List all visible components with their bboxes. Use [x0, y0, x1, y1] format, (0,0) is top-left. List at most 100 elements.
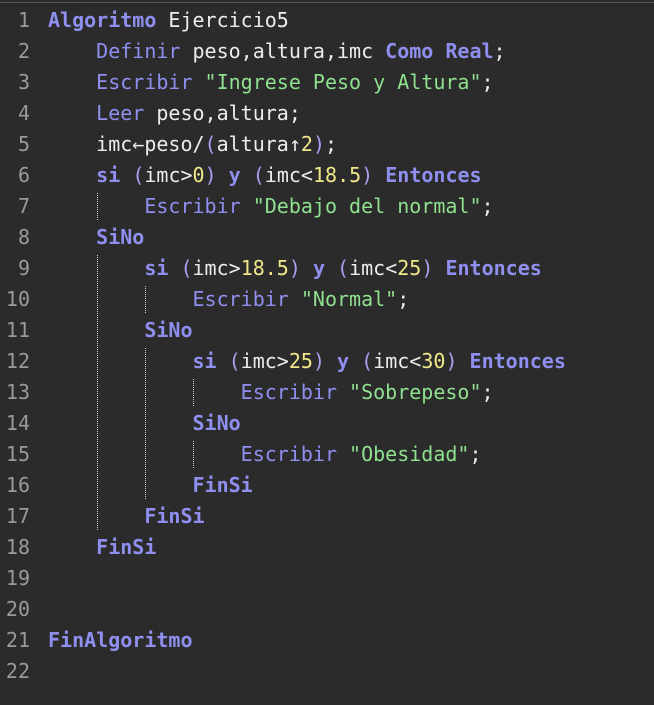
keyword: Algoritmo: [48, 8, 157, 32]
code-line[interactable]: 12 si (imc>25) y (imc<30) Entonces: [0, 346, 654, 377]
keyword: Escribir: [240, 442, 337, 466]
line-number: 20: [5, 597, 30, 621]
number-literal: 30: [421, 349, 446, 373]
line-number: 3: [17, 70, 30, 94]
code-token: peso,altura;: [144, 101, 301, 125]
code-line[interactable]: 17 FinSi: [0, 501, 654, 532]
code-token: ): [312, 132, 325, 156]
keyword: Entonces: [469, 349, 566, 373]
line-number: 1: [17, 8, 30, 32]
code-line[interactable]: 2 Definir peso,altura,imc Como Real;: [0, 36, 654, 67]
number-literal: 18.5: [312, 163, 362, 187]
code-line[interactable]: 3 Escribir "Ingrese Peso y Altura";: [0, 67, 654, 98]
keyword: si: [192, 349, 217, 373]
number-literal: 2: [300, 132, 313, 156]
code-text: FinSi: [48, 470, 253, 501]
string-literal: "Sobrepeso": [349, 380, 482, 404]
code-line[interactable]: 11 SiNo: [0, 315, 654, 346]
code-text: Leer peso,altura;: [48, 98, 301, 129]
line-number: 7: [17, 194, 30, 218]
keyword: Escribir: [96, 70, 193, 94]
code-token: ): [361, 163, 374, 187]
indent-guide: [193, 441, 194, 468]
line-number: 6: [17, 163, 30, 187]
line-number: 10: [5, 287, 30, 311]
code-line[interactable]: 20: [0, 594, 654, 625]
code-token: imc>: [240, 349, 289, 373]
code-text: FinSi: [48, 532, 156, 563]
line-number: 22: [5, 659, 30, 683]
line-number: 21: [5, 628, 30, 652]
line-number: 19: [5, 566, 30, 590]
code-line[interactable]: 4 Leer peso,altura;: [0, 98, 654, 129]
code-line[interactable]: 16 FinSi: [0, 470, 654, 501]
keyword: Escribir: [144, 194, 241, 218]
keyword: si: [144, 256, 169, 280]
code-editor[interactable]: 1 Algoritmo Ejercicio5 2 Definir peso,altu…: [0, 2, 654, 705]
indent-guide: [145, 348, 146, 499]
line-number: 12: [5, 349, 30, 373]
code-token: ;: [324, 132, 338, 156]
code-text: Definir peso,altura,imc Como Real;: [48, 36, 506, 67]
code-line[interactable]: 1 Algoritmo Ejercicio5: [0, 5, 654, 36]
string-literal: "Obesidad": [349, 442, 470, 466]
line-number: 14: [5, 411, 30, 435]
code-token: ;: [397, 287, 410, 311]
code-line[interactable]: 19: [0, 563, 654, 594]
code-text: Algoritmo Ejercicio5: [48, 5, 289, 36]
code-line[interactable]: 22: [0, 656, 654, 687]
code-token: (: [204, 132, 217, 156]
code-line[interactable]: 14 SiNo: [0, 408, 654, 439]
code-token: (: [180, 256, 193, 280]
line-number: 2: [17, 39, 30, 63]
keyword: Definir: [96, 39, 181, 63]
code-token: (: [132, 163, 145, 187]
string-literal: "Debajo del normal": [252, 194, 482, 218]
line-number: 18: [5, 535, 30, 559]
line-number: 15: [5, 442, 30, 466]
code-line[interactable]: 6 si (imc>0) y (imc<18.5) Entonces: [0, 160, 654, 191]
code-text: Escribir "Normal";: [48, 284, 410, 315]
code-token: (: [228, 349, 241, 373]
code-line[interactable]: 13 Escribir "Sobrepeso";: [0, 377, 654, 408]
code-line[interactable]: 10 Escribir "Normal";: [0, 284, 654, 315]
code-line[interactable]: 18 FinSi: [0, 532, 654, 563]
code-token: ;: [469, 442, 482, 466]
code-line[interactable]: 15 Escribir "Obesidad";: [0, 439, 654, 470]
code-text: Escribir "Ingrese Peso y Altura";: [48, 67, 493, 98]
code-text: FinSi: [48, 501, 204, 532]
code-text: Escribir "Sobrepeso";: [48, 377, 494, 408]
code-token: imc>: [192, 256, 241, 280]
code-line[interactable]: 5 imc←peso/(altura↑2);: [0, 129, 654, 160]
code-token: imc<: [264, 163, 313, 187]
code-line[interactable]: 21 FinAlgoritmo: [0, 625, 654, 656]
code-token: imc>: [144, 163, 193, 187]
line-number: 4: [17, 101, 30, 125]
code-text: SiNo: [48, 315, 192, 346]
code-line[interactable]: 7 Escribir "Debajo del normal";: [0, 191, 654, 222]
line-number: 9: [17, 256, 30, 280]
keyword: Entonces: [445, 256, 542, 280]
code-text: si (imc>18.5) y (imc<25) Entonces: [48, 253, 542, 284]
line-number: 5: [17, 132, 30, 156]
keyword: Escribir: [240, 380, 337, 404]
code-token: imc←peso/: [48, 132, 205, 156]
code-line[interactable]: 9 si (imc>18.5) y (imc<25) Entonces: [0, 253, 654, 284]
code-text: Escribir "Obesidad";: [48, 439, 482, 470]
line-number: 17: [5, 504, 30, 528]
code-token: (: [361, 349, 374, 373]
code-token: (: [252, 163, 265, 187]
code-token: ;: [493, 39, 506, 63]
code-line[interactable]: 8 SiNo: [0, 222, 654, 253]
code-token: altura↑: [216, 132, 301, 156]
